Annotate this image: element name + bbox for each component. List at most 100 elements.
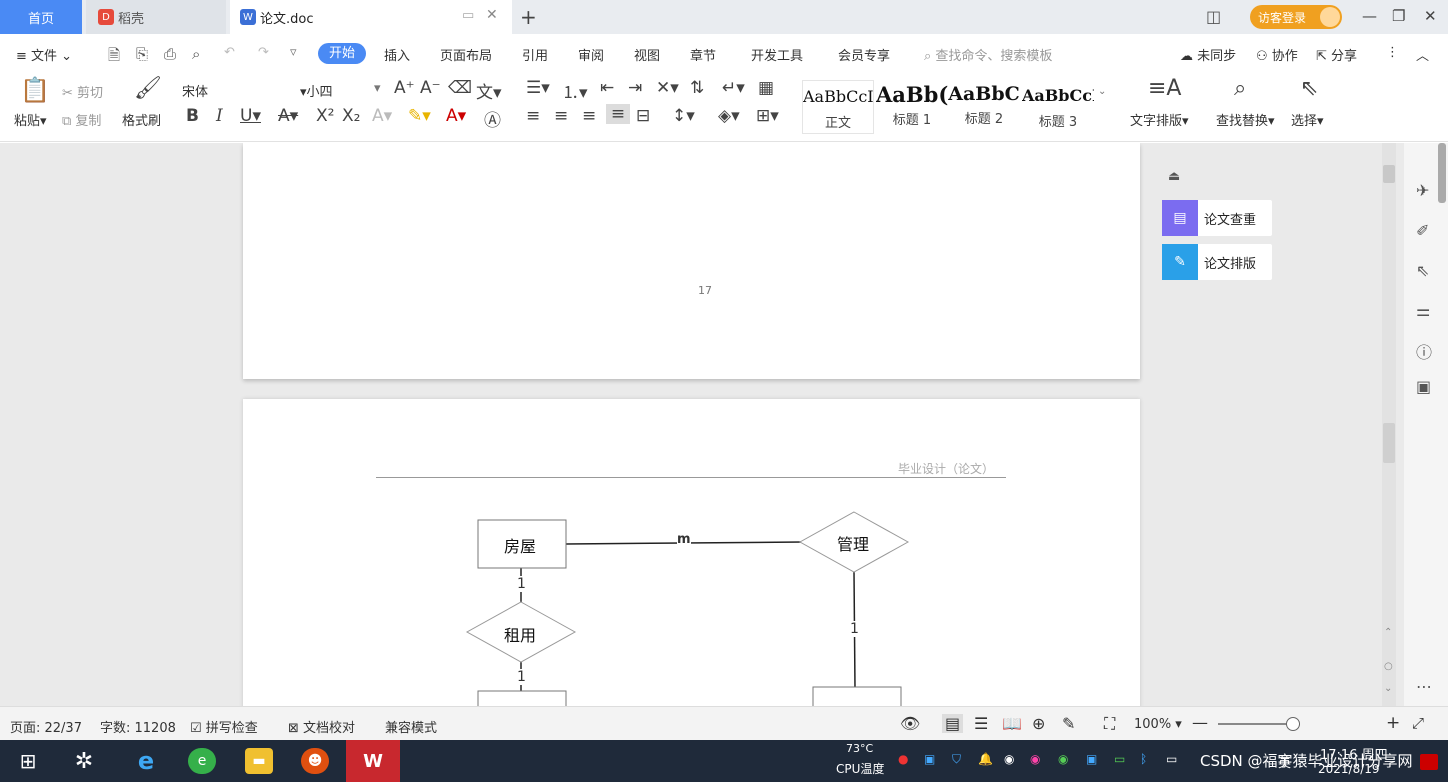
phonetic-guide-icon[interactable]: 文▾ <box>476 78 502 103</box>
collab-button[interactable]: ⚇ 协作 <box>1256 45 1298 64</box>
font-size-select[interactable]: ▾小四 ▾ <box>300 81 384 100</box>
style-heading-1[interactable]: AaBb( 标题 1 <box>876 80 948 134</box>
write-view-icon[interactable]: ✎ <box>1062 714 1075 733</box>
tray-qq-icon[interactable]: ◉ <box>1004 752 1014 766</box>
shrink-font-icon[interactable]: A⁻ <box>420 78 441 98</box>
tab-review[interactable]: 审阅 <box>578 45 604 64</box>
paper-layout-button[interactable]: ✎ 论文排版 <box>1162 244 1272 280</box>
menu-file[interactable]: ≡ 文件 ⌄ <box>16 45 72 64</box>
chinese-layout-icon[interactable]: ✕▾ <box>656 78 679 98</box>
fullscreen-icon[interactable]: ⤢ <box>1412 714 1424 732</box>
format-painter-button[interactable]: 格式刷 <box>122 110 161 129</box>
tray-display-icon[interactable]: ▭ <box>1166 752 1177 766</box>
paste-button[interactable]: 粘贴▾ <box>14 110 47 129</box>
clear-format-icon[interactable]: ⌫ <box>448 78 472 98</box>
justify-icon[interactable]: ≡ <box>606 104 630 124</box>
web-view-icon[interactable]: ⊕ <box>1032 714 1045 733</box>
text-effect-icon[interactable]: A▾ <box>372 106 392 126</box>
reading-view-icon[interactable]: 📖 <box>1002 714 1022 733</box>
spell-check-button[interactable]: ☑ 拼写检查 <box>190 717 258 736</box>
page-view-icon[interactable]: ▤ <box>942 714 964 733</box>
paste-icon[interactable]: 📋 <box>20 76 50 104</box>
tab-references[interactable]: 引用 <box>522 45 548 64</box>
close-window-icon[interactable]: ✕ <box>1424 7 1437 25</box>
zoom-out-icon[interactable]: — <box>1192 713 1208 732</box>
right-scroll-thumb[interactable] <box>1438 143 1446 203</box>
shading-icon[interactable]: ◈▾ <box>718 106 740 126</box>
find-replace-button[interactable]: 查找替换▾ <box>1216 110 1275 129</box>
close-tab-icon[interactable]: ✕ <box>486 7 498 23</box>
panel-collapse-icon[interactable]: ⏏ <box>1168 169 1180 184</box>
help-icon[interactable]: ⓘ <box>1416 339 1432 363</box>
borders-icon[interactable]: ⊞▾ <box>756 106 779 126</box>
outline-view-icon[interactable]: ☰ <box>974 714 988 733</box>
redo-icon[interactable]: ↷ <box>258 45 269 60</box>
next-page-icon[interactable]: ⌄ <box>1384 683 1392 694</box>
decrease-indent-icon[interactable]: ⇤ <box>600 78 614 98</box>
strikethrough-icon[interactable]: A▾ <box>278 106 298 126</box>
text-layout-button[interactable]: 文字排版▾ <box>1130 110 1189 129</box>
page-current[interactable]: 毕业设计（论文） 房屋 管理 租用 房东 m 1 1 1 <box>243 399 1140 706</box>
sync-button[interactable]: ☁ 未同步 <box>1180 45 1236 64</box>
page-indicator[interactable]: 页面: 22/37 <box>10 717 82 736</box>
highlight-icon[interactable]: ✎▾ <box>408 106 431 126</box>
style-heading-3[interactable]: AaBbCcI 标题 3 <box>1022 80 1094 134</box>
er-diagram[interactable] <box>243 399 1140 706</box>
collapse-ribbon-icon[interactable]: ︿ <box>1416 45 1429 64</box>
scroll-thumb-top[interactable] <box>1383 165 1395 183</box>
line-spacing-icon[interactable]: ↕▾ <box>672 106 695 126</box>
minimize-icon[interactable]: — <box>1362 7 1377 25</box>
print-preview-icon[interactable]: ⌕ <box>192 45 200 63</box>
word-count[interactable]: 字数: 11208 <box>100 717 176 736</box>
wps-taskbar-icon[interactable]: W <box>346 740 400 782</box>
align-center-icon[interactable]: ≡ <box>554 106 568 126</box>
font-color-icon[interactable]: A▾ <box>446 106 466 126</box>
align-left-icon[interactable]: ≡ <box>526 106 540 126</box>
image-tool-icon[interactable]: ▣ <box>1416 377 1431 396</box>
tray-app3-icon[interactable]: ◉ <box>1058 752 1068 766</box>
copy-button[interactable]: ⧉ 复制 <box>62 110 101 129</box>
vertical-scrollbar[interactable]: ⌃ ○ ⌄ <box>1382 143 1396 706</box>
undo-icon[interactable]: ↶ <box>224 45 235 60</box>
tray-shield-icon[interactable]: ⛉ <box>952 752 961 767</box>
increase-indent-icon[interactable]: ⇥ <box>628 78 642 98</box>
tab-home[interactable]: 首页 <box>0 0 82 34</box>
find-replace-icon[interactable]: ⌕ <box>1234 76 1246 101</box>
char-border-icon[interactable]: Ⓐ <box>484 106 501 131</box>
page-previous[interactable]: 17 <box>243 143 1140 379</box>
app-orange-icon[interactable]: ☻ <box>301 748 329 774</box>
font-name-select[interactable]: 宋体 <box>182 81 302 100</box>
bold-icon[interactable]: B <box>186 106 199 126</box>
format-painter-icon[interactable]: 🖌 <box>134 76 162 101</box>
tab-document[interactable]: W 论文.doc ▭ ✕ <box>230 0 512 34</box>
tray-network-icon[interactable]: ▣ <box>924 752 935 766</box>
sort-icon[interactable]: ⇅ <box>690 78 704 98</box>
table-icon[interactable]: ▦ <box>758 78 774 98</box>
italic-icon[interactable]: I <box>216 106 223 126</box>
tab-daoke[interactable]: D 稻壳 <box>86 0 226 34</box>
underline-icon[interactable]: U▾ <box>240 106 261 126</box>
style-normal[interactable]: AaBbCcI 正文 <box>802 80 874 134</box>
select-button[interactable]: 选择▾ <box>1291 110 1324 129</box>
proofread-button[interactable]: ⊠ 文档校对 <box>288 717 355 736</box>
style-gallery-more-icon[interactable]: ⌄ <box>1098 86 1106 97</box>
quick-access-dropdown-icon[interactable]: ▿ <box>290 45 297 60</box>
share-button[interactable]: ⇱ 分享 <box>1316 45 1357 64</box>
zoom-select[interactable]: 100% ▾ <box>1134 717 1182 732</box>
subscript-icon[interactable]: X₂ <box>342 106 360 126</box>
command-search[interactable]: ⌕ 查找命令、搜索模板 <box>924 45 1052 64</box>
tab-start[interactable]: 开始 <box>318 43 366 64</box>
print-icon[interactable]: ⎙ <box>164 45 176 63</box>
bullets-icon[interactable]: ☰▾ <box>526 78 550 98</box>
restore-tab-icon[interactable]: ▭ <box>462 8 474 23</box>
windows-start-icon[interactable]: ⊞ <box>14 748 42 774</box>
more-icon[interactable]: ⋮ <box>1386 45 1399 60</box>
fit-page-icon[interactable]: ⛶ <box>1104 714 1115 734</box>
distributed-icon[interactable]: ⊟ <box>636 106 650 126</box>
pointer-icon[interactable]: ⇖ <box>1416 261 1429 280</box>
new-tab-button[interactable]: + <box>520 5 537 29</box>
save-icon[interactable]: 🗎 <box>108 45 120 70</box>
login-button[interactable]: 访客登录 <box>1250 5 1342 29</box>
tray-bell-icon[interactable]: 🔔 <box>978 752 993 766</box>
notification-center-icon[interactable] <box>1420 754 1438 770</box>
